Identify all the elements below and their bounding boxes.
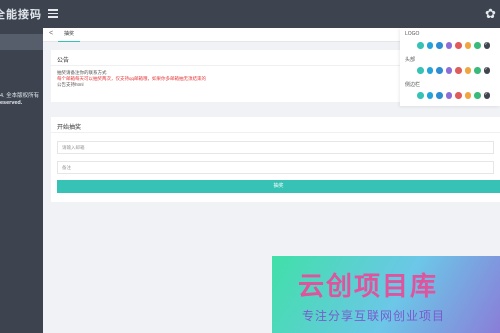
draw-button[interactable]: 抽奖 — [57, 180, 500, 193]
form-title: 开始抽奖 — [51, 117, 500, 133]
color-swatch-header[interactable] — [464, 67, 471, 74]
watermark-banner: 云创项目库 专注分享互联网创业项目 — [272, 256, 500, 333]
color-swatch-logo[interactable] — [426, 42, 433, 49]
color-swatch-logo[interactable] — [417, 42, 424, 49]
color-swatch-header[interactable] — [436, 67, 443, 74]
color-swatch-logo[interactable] — [445, 42, 452, 49]
color-swatch-header[interactable] — [445, 67, 452, 74]
watermark-subtitle: 专注分享互联网创业项目 — [302, 309, 446, 323]
color-swatch-logo[interactable] — [483, 41, 490, 49]
color-swatch-sidebar[interactable] — [464, 92, 471, 99]
menu-icon[interactable] — [48, 9, 58, 18]
sidebar-footer-copyright: 4. 全本版权所有 — [0, 93, 40, 99]
color-swatch-sidebar[interactable] — [436, 92, 443, 99]
color-swatch-header[interactable] — [455, 67, 462, 74]
color-swatch-logo[interactable] — [436, 42, 443, 49]
watermark-title: 云创项目库 — [298, 272, 439, 302]
color-swatch-logo[interactable] — [474, 42, 481, 49]
color-swatch-header[interactable] — [474, 67, 481, 74]
email-input[interactable]: 请输入邮箱 — [57, 141, 494, 154]
sidebar-item-active[interactable] — [0, 34, 43, 50]
color-swatch-logo[interactable] — [464, 42, 471, 49]
color-swatch-logo[interactable] — [455, 42, 462, 49]
color-swatch-header[interactable] — [417, 67, 424, 74]
palette-icon[interactable]: ✿ — [485, 7, 499, 21]
tab-lottery[interactable]: 抽奖 — [58, 28, 81, 42]
sidebar-footer-rights: eserved. — [0, 100, 23, 106]
color-swatch-sidebar[interactable] — [455, 92, 462, 99]
color-swatch-sidebar[interactable] — [474, 92, 481, 99]
sidebar: 4. 全本版权所有 eserved. — [0, 28, 43, 333]
top-header: 全能接码 ✿ — [0, 0, 500, 28]
brand-logo-text: 全能接码 — [0, 9, 42, 21]
theme-settings-panel: LOGO 头部 侧边栏 — [400, 28, 500, 106]
theme-header-label: 头部 — [405, 57, 416, 63]
color-swatch-sidebar[interactable] — [426, 92, 433, 99]
color-swatch-header[interactable] — [483, 66, 490, 74]
theme-sidebar-label: 侧边栏 — [405, 82, 421, 88]
tab-back-icon[interactable]: < — [49, 30, 53, 37]
color-swatch-sidebar[interactable] — [483, 91, 490, 99]
color-swatch-sidebar[interactable] — [445, 92, 452, 99]
lottery-form-card: 开始抽奖 请输入邮箱 备注 抽奖 — [51, 117, 500, 202]
color-swatch-sidebar[interactable] — [417, 92, 424, 99]
remark-input[interactable]: 备注 — [57, 161, 494, 174]
color-swatch-header[interactable] — [426, 67, 433, 74]
theme-logo-label: LOGO — [405, 31, 420, 37]
